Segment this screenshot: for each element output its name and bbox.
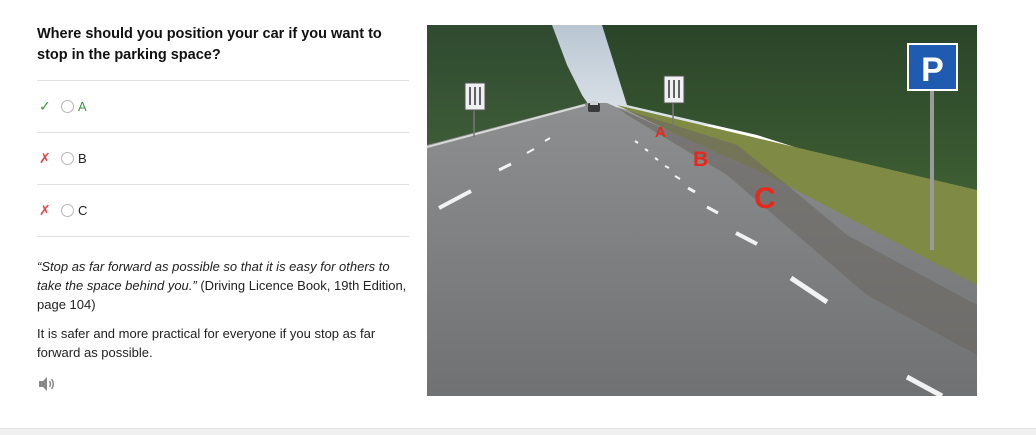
option-a[interactable]: ✓ A [37, 81, 409, 133]
option-c[interactable]: ✗ C [37, 185, 409, 237]
marker-b: B [693, 148, 708, 171]
option-c-label: C [78, 203, 88, 218]
cross-icon: ✗ [39, 202, 51, 218]
option-b[interactable]: ✗ B [37, 133, 409, 185]
answer-options: ✓ A ✗ B ✗ C [37, 80, 409, 237]
svg-text:P: P [921, 51, 944, 89]
radio-button-c[interactable] [61, 204, 74, 217]
cross-icon: ✗ [39, 150, 51, 166]
radio-button-a[interactable] [61, 100, 74, 113]
marker-c: C [754, 182, 776, 215]
explanation: “Stop as far forward as possible so that… [37, 257, 409, 362]
question-panel: Where should you position your car if yo… [37, 24, 409, 392]
marker-a: A [655, 124, 666, 141]
option-b-label: B [78, 151, 87, 166]
explanation-text: It is safer and more practical for every… [37, 326, 376, 360]
parking-sign: P [907, 43, 958, 91]
road-photo: P A B C [427, 25, 977, 396]
explanation-quote: “Stop as far forward as possible so that… [37, 259, 407, 312]
check-icon: ✓ [39, 98, 51, 114]
speaker-icon[interactable] [37, 376, 57, 392]
option-a-label: A [78, 99, 87, 114]
radio-button-b[interactable] [61, 152, 74, 165]
question-text: Where should you position your car if yo… [37, 26, 382, 63]
bottom-bar [0, 428, 1036, 435]
